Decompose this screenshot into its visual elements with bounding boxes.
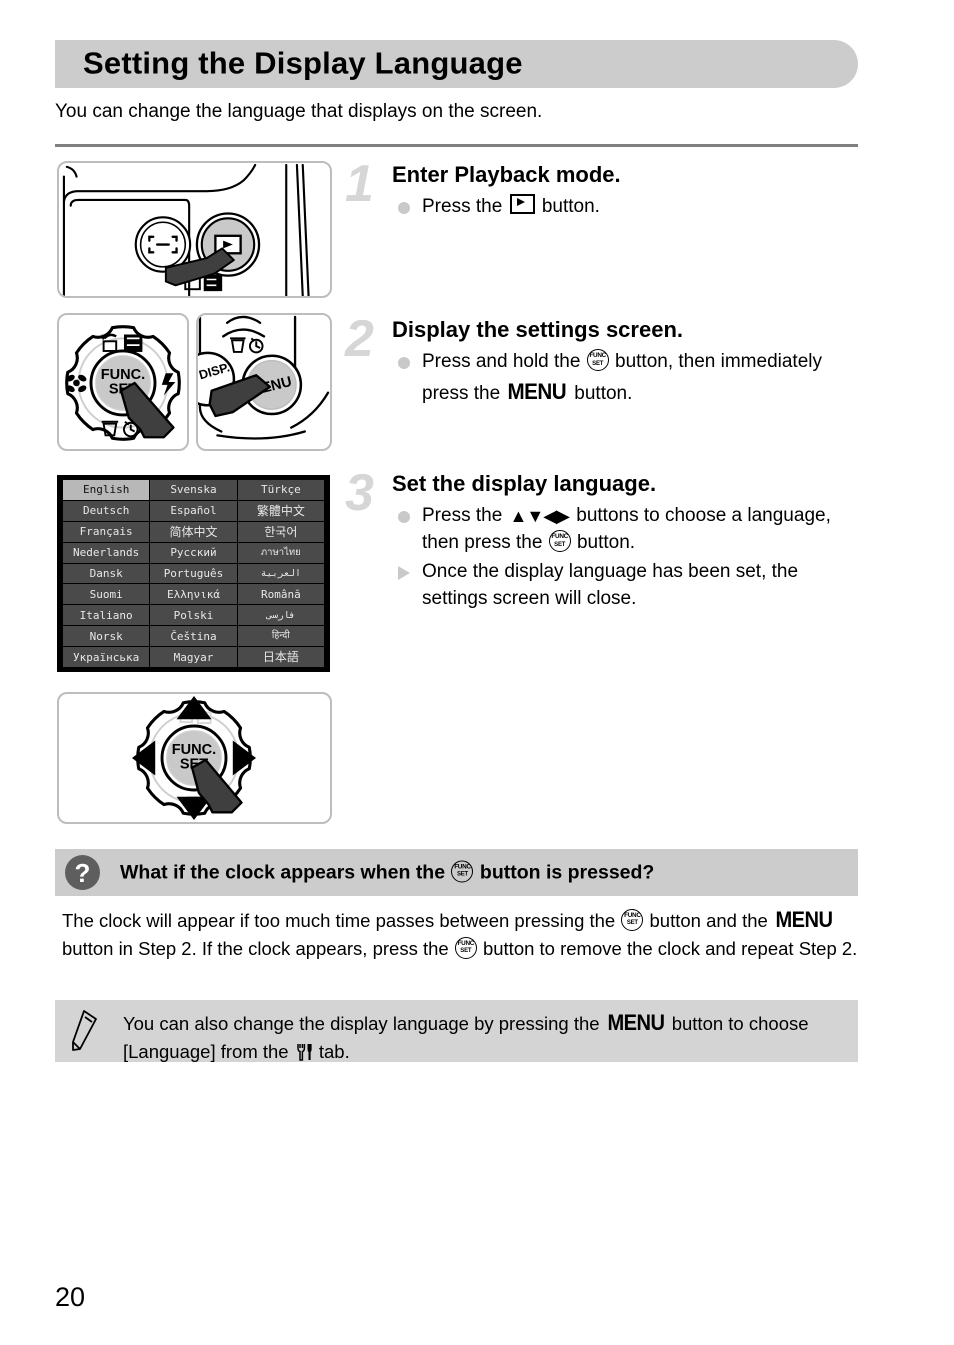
step-1-title: Enter Playback mode. — [392, 162, 621, 187]
language-cell[interactable]: Português — [150, 563, 237, 584]
func-set-icon: FUNC SET — [586, 349, 609, 372]
language-cell[interactable]: 繁體中文 — [237, 500, 324, 521]
step-2: 2 Display the settings screen. Press and… — [345, 313, 865, 410]
menu-glyph: MENU — [507, 379, 567, 405]
language-cell[interactable]: Nederlands — [63, 542, 150, 563]
language-cell[interactable]: Français — [63, 521, 150, 542]
language-cell[interactable]: Русский — [150, 542, 237, 563]
language-cell[interactable]: Türkçe — [237, 480, 324, 500]
figure-control-dial-func-set: FUNC. SET — [57, 313, 189, 451]
language-cell[interactable]: Magyar — [150, 647, 237, 667]
question-body-2: button and the — [644, 910, 773, 931]
question-title-post: button is pressed? — [474, 861, 655, 884]
menu-glyph: MENU — [775, 907, 833, 932]
step-2-text-post: button. — [569, 383, 633, 405]
step-2-line-1: Press and hold the FUNC SET button, then … — [392, 349, 865, 408]
step-3-result-text: Once the display language has been set, … — [422, 561, 799, 610]
language-cell[interactable]: 日本語 — [237, 647, 324, 667]
direction-arrows-icon: ▲▼◀▶ — [509, 506, 570, 527]
language-cell[interactable]: Suomi — [63, 584, 150, 605]
language-cell[interactable]: Українська — [63, 647, 150, 667]
figure-camera-back-playback — [57, 161, 332, 298]
language-cell[interactable]: Polski — [150, 605, 237, 626]
step-2-text-pre: Press and hold the — [422, 351, 586, 373]
note-text: You can also change the display language… — [123, 1008, 843, 1065]
language-cell[interactable]: ภาษาไทย — [237, 542, 324, 563]
question-body-1: The clock will appear if too much time p… — [62, 910, 621, 931]
language-cell[interactable]: Español — [150, 500, 237, 521]
pencil-icon — [70, 1009, 100, 1053]
settings-tab-icon — [296, 1042, 312, 1061]
language-cell[interactable]: Norsk — [63, 626, 150, 647]
func-set-icon: FUNC SET — [454, 936, 477, 959]
language-cell[interactable]: Ελληνικά — [150, 584, 237, 605]
question-body-3: button in Step 2. If the clock appears, … — [62, 937, 454, 959]
question-body-4: button to remove the clock and repeat St… — [477, 937, 858, 959]
step-2-title: Display the settings screen. — [392, 317, 683, 342]
step-3-number: 3 — [345, 464, 374, 522]
playback-icon — [509, 194, 535, 215]
menu-glyph: MENU — [607, 1010, 665, 1035]
page-header-band: Setting the Display Language — [55, 40, 858, 88]
func-set-icon: FUNC SET — [621, 909, 644, 931]
step-3-line-1: Press the ▲▼◀▶ buttons to choose a langu… — [392, 503, 865, 557]
intro-text: You can change the language that display… — [55, 101, 543, 122]
func-set-icon: FUNC SET — [451, 860, 474, 883]
step-3-text-pre: Press the — [422, 505, 508, 527]
page-title: Setting the Display Language — [83, 45, 523, 81]
step-3-title: Set the display language. — [392, 471, 657, 496]
language-selection-screen: English Svenska Türkçe Deutsch Español 繁體中文 Fr… — [57, 475, 330, 672]
language-cell[interactable]: Dansk — [63, 563, 150, 584]
language-cell[interactable]: 한국어 — [237, 521, 324, 542]
language-cell[interactable]: English — [63, 480, 150, 500]
step-3-line-2: Once the display language has been set, … — [392, 559, 865, 613]
question-callout-band: ? What if the clock appears when the FUN… — [55, 849, 858, 896]
header-divider — [55, 144, 858, 147]
step-3: 3 Set the display language. Press the ▲▼… — [345, 467, 865, 615]
figure-control-dial-arrows: FUNC. SET — [57, 692, 332, 824]
step-2-number: 2 — [345, 310, 374, 368]
language-cell[interactable]: Italiano — [63, 605, 150, 626]
page-number: 20 — [55, 1282, 86, 1312]
language-cell[interactable]: Română — [237, 584, 324, 605]
func-set-icon: FUNC SET — [548, 530, 571, 553]
figure-menu-button: DISP. MENU — [196, 313, 332, 451]
question-title-pre: What if the clock appears when the — [120, 861, 451, 884]
step-1: 1 Enter Playback mode. Press the button. — [345, 158, 865, 223]
language-cell[interactable]: 简体中文 — [150, 521, 237, 542]
step-3-text-post: button. — [571, 532, 636, 554]
step-1-line-1: Press the button. — [392, 194, 865, 221]
question-callout-body: The clock will appear if too much time p… — [62, 904, 862, 962]
question-mark-icon: ? — [65, 855, 100, 890]
language-cell[interactable]: हिन्दी — [237, 626, 324, 647]
note-callout: You can also change the display language… — [55, 1000, 858, 1062]
language-cell[interactable]: Svenska — [150, 480, 237, 500]
language-cell[interactable]: Čeština — [150, 626, 237, 647]
step-1-number: 1 — [345, 155, 374, 213]
note-text-3: tab. — [313, 1040, 350, 1062]
language-cell[interactable]: فارسی — [237, 605, 324, 626]
language-cell[interactable]: العربية — [237, 563, 324, 584]
note-text-1: You can also change the display language… — [123, 1013, 605, 1034]
language-cell[interactable]: Deutsch — [63, 500, 150, 521]
language-grid[interactable]: English Svenska Türkçe Deutsch Español 繁體中文 Fr… — [63, 480, 324, 667]
question-callout-title: What if the clock appears when the FUNC S… — [120, 860, 654, 884]
step-1-text-pre: Press the — [422, 196, 508, 218]
step-1-text-post: button. — [536, 196, 600, 218]
